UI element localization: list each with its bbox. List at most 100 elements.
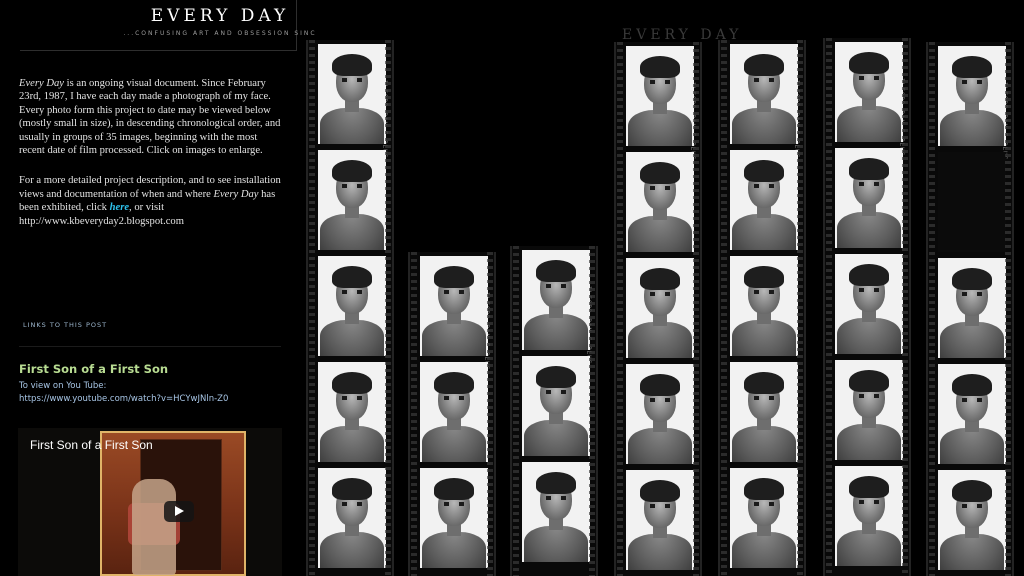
intro-paragraph-2: For a more detailed project description,…	[19, 174, 281, 228]
portrait-hair	[332, 160, 372, 182]
portrait-eyes	[859, 394, 879, 398]
portrait-shoulders	[524, 526, 588, 562]
self-portrait-photo[interactable]	[730, 44, 798, 144]
portrait-shoulders	[628, 428, 692, 464]
portrait-hair	[640, 268, 680, 290]
self-portrait-photo[interactable]	[318, 44, 386, 144]
self-portrait-photo[interactable]	[938, 470, 1006, 570]
portrait-eyes	[342, 396, 362, 400]
portrait-hair	[952, 374, 992, 396]
portrait-shoulders	[732, 426, 796, 462]
portrait-eyes	[650, 398, 670, 402]
self-portrait-photo[interactable]	[318, 362, 386, 462]
portrait-hair	[536, 260, 576, 282]
self-portrait-photo[interactable]	[730, 256, 798, 356]
portrait-hair	[952, 56, 992, 78]
self-portrait-photo[interactable]	[835, 42, 903, 142]
portrait-shoulders	[940, 110, 1004, 146]
project-name: Every Day	[19, 78, 64, 89]
portrait-hair	[744, 372, 784, 394]
portrait-hair	[640, 374, 680, 396]
portrait-shoulders	[732, 532, 796, 568]
self-portrait-photo[interactable]	[835, 466, 903, 566]
film-strip[interactable]: ILFORD PAN F PLUS	[408, 252, 496, 576]
portrait-hair	[640, 162, 680, 184]
self-portrait-photo[interactable]	[522, 462, 590, 562]
portrait-hair	[849, 370, 889, 392]
portrait-hair	[744, 160, 784, 182]
portrait-hair	[640, 56, 680, 78]
portrait-shoulders	[320, 108, 384, 144]
portrait-hair	[536, 472, 576, 494]
portrait-eyes	[962, 398, 982, 402]
portrait-eyes	[546, 496, 566, 500]
self-portrait-photo[interactable]	[318, 150, 386, 250]
portrait-hair	[849, 264, 889, 286]
youtube-url[interactable]: https://www.youtube.com/watch?v=HCYwJNln…	[19, 394, 228, 404]
contact-sheets: EVERY DAY ILFORD PAN F PLUS ILFORD PAN F …	[296, 0, 1024, 576]
links-to-this-post-link[interactable]: LINKS TO THIS POST	[23, 321, 107, 329]
portrait-eyes	[859, 288, 879, 292]
video-title[interactable]: First Son of a First Son	[30, 438, 153, 452]
portrait-eyes	[754, 290, 774, 294]
portrait-eyes	[754, 396, 774, 400]
portrait-hair	[744, 266, 784, 288]
self-portrait-photo[interactable]	[730, 362, 798, 462]
portrait-hair	[332, 372, 372, 394]
self-portrait-photo[interactable]	[938, 258, 1006, 358]
intro-paragraph-1: Every Day is an ongoing visual document.…	[19, 77, 281, 157]
portrait-shoulders	[320, 214, 384, 250]
portrait-eyes	[444, 502, 464, 506]
portrait-eyes	[342, 184, 362, 188]
self-portrait-photo[interactable]	[730, 468, 798, 568]
portrait-eyes	[444, 290, 464, 294]
self-portrait-photo[interactable]	[626, 152, 694, 252]
film-strip[interactable]: ILFORD PAN F PLUS	[718, 40, 806, 576]
portrait-shoulders	[628, 216, 692, 252]
film-strip[interactable]: ILFORD PAN F PLUS	[510, 246, 598, 576]
self-portrait-photo[interactable]	[522, 250, 590, 350]
film-strip[interactable]: ILFORD PAN F PLUS	[306, 40, 394, 576]
portrait-shoulders	[524, 314, 588, 350]
video-embed[interactable]: First Son of a First Son	[18, 428, 282, 576]
portrait-eyes	[342, 290, 362, 294]
portrait-hair	[744, 54, 784, 76]
film-strip[interactable]: ILFORD PAN F PLUS	[823, 38, 911, 576]
portrait-shoulders	[837, 530, 901, 566]
self-portrait-photo[interactable]	[318, 256, 386, 356]
post-title[interactable]: First Son of a First Son	[19, 362, 168, 376]
portrait-eyes	[859, 500, 879, 504]
self-portrait-photo[interactable]	[420, 468, 488, 568]
portrait-eyes	[962, 504, 982, 508]
masthead: EVERY DAY ...CONFUSING ART AND OBSESSION…	[20, 0, 315, 51]
project-name-2: Every Day	[213, 188, 259, 200]
portrait-hair	[434, 266, 474, 288]
film-strip[interactable]: ILFORD PAN F PLUS	[614, 42, 702, 576]
portrait-shoulders	[940, 534, 1004, 570]
self-portrait-photo[interactable]	[730, 150, 798, 250]
self-portrait-photo[interactable]	[938, 364, 1006, 464]
self-portrait-photo[interactable]	[938, 46, 1006, 146]
blog-url: http://www.kbeveryday2.blogspot.com	[19, 215, 184, 227]
self-portrait-photo[interactable]	[835, 360, 903, 460]
portrait-eyes	[342, 78, 362, 82]
self-portrait-photo[interactable]	[626, 364, 694, 464]
self-portrait-photo[interactable]	[626, 258, 694, 358]
self-portrait-photo[interactable]	[318, 468, 386, 568]
self-portrait-photo[interactable]	[522, 356, 590, 456]
self-portrait-photo[interactable]	[835, 148, 903, 248]
film-strip[interactable]: ILFORD PAN F PLUS	[926, 42, 1014, 576]
divider	[19, 346, 281, 347]
blank-frame[interactable]	[938, 152, 1006, 252]
self-portrait-photo[interactable]	[420, 362, 488, 462]
portrait-shoulders	[732, 214, 796, 250]
portrait-shoulders	[628, 322, 692, 358]
self-portrait-photo[interactable]	[626, 46, 694, 146]
play-icon[interactable]	[164, 501, 194, 522]
self-portrait-photo[interactable]	[626, 470, 694, 570]
portrait-eyes	[754, 78, 774, 82]
here-link[interactable]: here	[110, 202, 129, 213]
portrait-shoulders	[940, 322, 1004, 358]
self-portrait-photo[interactable]	[835, 254, 903, 354]
self-portrait-photo[interactable]	[420, 256, 488, 356]
